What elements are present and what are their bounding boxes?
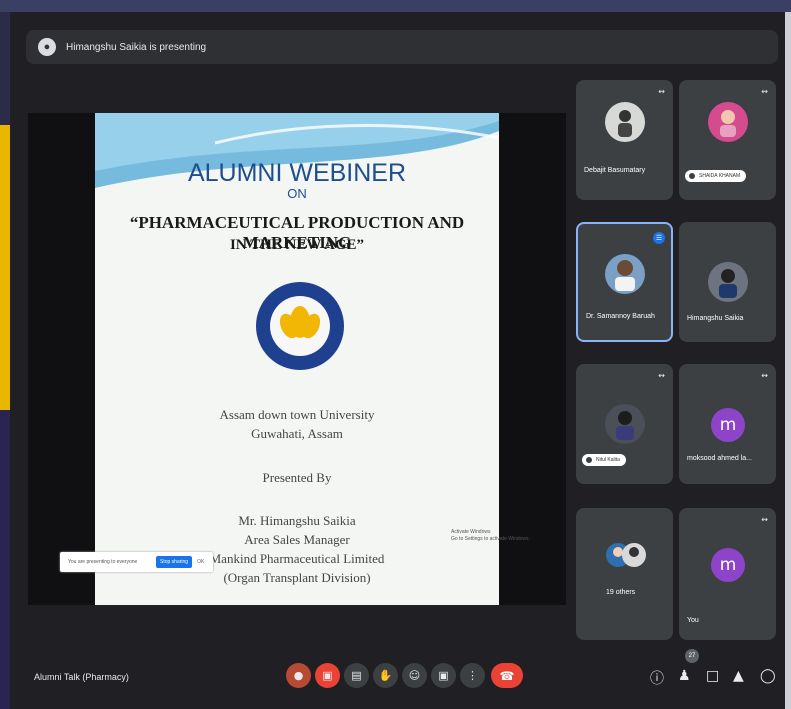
self-tile[interactable]: ↭ m You — [679, 508, 776, 640]
participant-tile[interactable]: ↭ m moksood ahmed la... — [679, 364, 776, 484]
avatar-initial: m — [711, 408, 745, 442]
meeting-name: Alumni Talk (Pharmacy) — [34, 672, 129, 682]
toast-text: You are presenting to everyone — [68, 559, 138, 565]
people-icon[interactable]: ♟ — [678, 668, 691, 684]
slide-presenter-name: Mr. Himangshu Saikia — [238, 513, 356, 528]
raise-hand-button[interactable]: ✋ — [373, 663, 398, 688]
avatar-initial: m — [711, 548, 745, 582]
present-button[interactable]: ▣ — [431, 663, 456, 688]
presenting-toast: You are presenting to everyone Stop shar… — [60, 552, 213, 572]
shared-slide: ALUMNI WEBINER ON “PHARMACEUTICAL PRODUC… — [95, 113, 499, 605]
presenter-avatar-icon: ● — [38, 38, 56, 56]
participant-name: SHAIDA KHANAM — [699, 173, 741, 179]
mic-off-icon: ↭ — [761, 87, 768, 96]
watermark-line1: Activate Windows — [451, 529, 491, 535]
slide-title-line2: IN THE NEW AGE” — [229, 237, 365, 253]
slide-on-text: ON — [287, 186, 307, 201]
mic-off-icon: ↭ — [761, 515, 768, 524]
participant-name: You — [687, 617, 699, 624]
window-left-edge-lower — [0, 410, 10, 709]
mic-off-icon: ↭ — [658, 371, 665, 380]
person-icon — [615, 260, 635, 291]
participant-name-pill: Nitul Kalita — [582, 454, 626, 466]
presenting-banner: ● Himangshu Saikia is presenting — [26, 30, 778, 64]
slide-division: (Organ Transplant Division) — [223, 570, 371, 585]
present-screen-icon: ▣ — [438, 669, 449, 682]
window-right-edge — [785, 12, 791, 709]
person-icon — [719, 269, 737, 298]
participant-name: Himangshu Saikia — [687, 315, 744, 322]
more-options-button[interactable]: ⋮ — [460, 663, 485, 688]
group-avatars-icon — [606, 543, 646, 567]
activities-icon[interactable]: ▲ — [733, 668, 744, 684]
chat-icon[interactable]: □ — [706, 668, 719, 684]
participant-tile[interactable]: ↭ Debajit Basumatary — [576, 80, 673, 200]
slide-location: Guwahati, Assam — [251, 426, 343, 441]
speaking-indicator-icon: ☰ — [653, 232, 665, 244]
person-icon — [720, 110, 736, 137]
mic-off-icon: ● — [293, 669, 304, 682]
avatar — [708, 102, 748, 142]
person-icon — [618, 110, 632, 137]
slide-university: Assam down town University — [219, 407, 375, 422]
avatar — [605, 254, 645, 294]
participant-count-badge: 27 — [685, 649, 699, 663]
camera-off-icon: ▣ — [322, 669, 333, 682]
presenting-text: Himangshu Saikia is presenting — [66, 41, 207, 53]
hand-icon: ✋ — [378, 669, 393, 682]
window-left-edge — [0, 12, 10, 125]
university-logo — [256, 282, 344, 370]
others-count: 19 others — [606, 589, 636, 596]
avatar — [605, 102, 645, 142]
captions-icon: ▤ — [351, 669, 362, 682]
avatar — [605, 404, 645, 444]
avatar — [708, 262, 748, 302]
participant-name: Debajit Basumatary — [584, 167, 646, 174]
participant-name-pill: SHAIDA KHANAM — [685, 170, 747, 182]
person-icon — [616, 411, 634, 440]
more-vert-icon: ⋮ — [467, 669, 478, 682]
slide-presented-by: Presented By — [262, 470, 332, 485]
toast-ok-button[interactable]: OK — [197, 559, 204, 565]
lock-icon[interactable]: ◯ — [760, 668, 776, 684]
participant-tile[interactable]: ↭ SHAIDA KHANAM — [679, 80, 776, 200]
slide-heading: ALUMNI WEBINER — [187, 159, 407, 187]
window-left-edge-accent — [0, 125, 10, 410]
mic-button[interactable]: ● — [286, 663, 311, 688]
participant-name: Nitul Kalita — [596, 457, 620, 463]
participant-tile-active-speaker[interactable]: ☰ Dr. Samannoy Baruah — [576, 222, 673, 342]
reactions-button[interactable]: ☺ — [402, 663, 427, 688]
participant-name: moksood ahmed la... — [687, 455, 752, 462]
emoji-icon: ☺ — [408, 669, 421, 682]
participant-tile[interactable]: ↭ Nitul Kalita — [576, 364, 673, 484]
bottom-control-bar: Alumni Talk (Pharmacy) ● ▣ ▤ ✋ ☺ ▣ ⋮ ☎ ⓘ… — [10, 649, 785, 704]
stop-sharing-button[interactable]: Stop sharing — [156, 556, 193, 568]
participant-tile[interactable]: Himangshu Saikia — [679, 222, 776, 342]
slide-presenter-role: Area Sales Manager — [244, 532, 350, 547]
others-tile[interactable]: 19 others — [576, 508, 673, 640]
window-top-edge — [0, 0, 791, 12]
mic-off-icon: ↭ — [658, 87, 665, 96]
activate-windows-watermark: Activate Windows Go to Settings to activ… — [451, 529, 530, 543]
mic-off-icon: ↭ — [761, 371, 768, 380]
participant-name: Dr. Samannoy Baruah — [586, 313, 655, 320]
captions-button[interactable]: ▤ — [344, 663, 369, 688]
watermark-line2: Go to Settings to activate Windows. — [451, 536, 530, 542]
pin-icon — [586, 457, 592, 463]
camera-button[interactable]: ▣ — [315, 663, 340, 688]
info-icon[interactable]: ⓘ — [650, 668, 664, 688]
leave-call-button[interactable]: ☎ — [491, 663, 523, 688]
pin-icon — [689, 173, 695, 179]
others-avatars — [606, 542, 646, 568]
hangup-icon: ☎ — [499, 668, 515, 683]
